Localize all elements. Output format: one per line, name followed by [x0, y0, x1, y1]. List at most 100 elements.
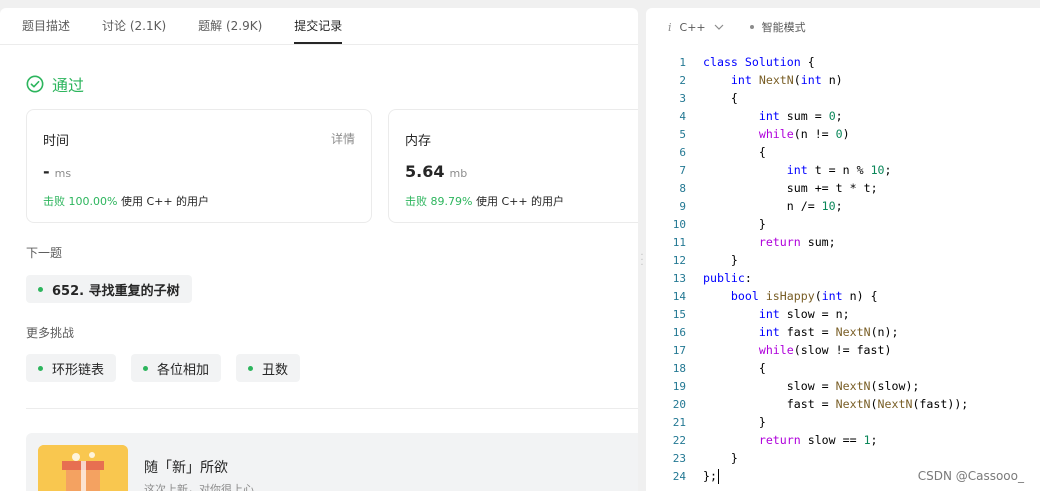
runtime-value: - ms — [43, 162, 71, 181]
memory-beat-text: 使用 C++ 的用户 — [475, 195, 565, 208]
code-line[interactable]: 6 { — [646, 143, 968, 161]
promo-subtitle: 这次上新，对你很上心 — [144, 483, 254, 491]
line-number: 17 — [672, 344, 686, 357]
info-icon: i — [668, 20, 672, 34]
code-line[interactable]: 22 return slow == 1; — [646, 431, 968, 449]
next-problem-chip[interactable]: 652. 寻找重复的子树 — [26, 275, 192, 303]
memory-beat: 击败 89.79% 使用 C++ 的用户 — [405, 193, 564, 209]
code-line[interactable]: 19 slow = NextN(slow); — [646, 377, 968, 395]
code-line[interactable]: 1 class Solution { — [646, 53, 968, 71]
code-text: bool isHappy(int n) { — [730, 289, 878, 303]
next-problem-label: 下一题 — [26, 246, 63, 260]
code-line[interactable]: 3 { — [646, 89, 968, 107]
code-line[interactable]: 8 sum += t * t; — [646, 179, 968, 197]
language-select[interactable]: C++ — [680, 21, 706, 34]
runtime-card: 时间 详情 - ms 击败 100.00% 使用 C++ 的用户 — [26, 109, 372, 223]
code-line[interactable]: 11 return sum; — [646, 233, 968, 251]
dot-icon — [143, 365, 148, 371]
check-circle-icon — [26, 75, 44, 93]
code-text: } — [703, 217, 766, 231]
code-line[interactable]: 2 int NextN(int n) — [646, 71, 968, 89]
code-text: { — [703, 145, 766, 159]
code-text: slow = NextN(slow); — [786, 379, 920, 393]
code-text: int sum = 0; — [758, 109, 843, 123]
challenge-chip-ugly-number[interactable]: 丑数 — [236, 354, 301, 382]
editor-mode[interactable]: 智能模式 — [762, 19, 806, 35]
challenge-chip-linked-list-cycle[interactable]: 环形链表 — [26, 354, 117, 382]
code-line[interactable]: 17 while(slow != fast) — [646, 341, 968, 359]
memory-beat-percent: 击败 89.79% — [405, 195, 473, 208]
code-text: return slow == 1; — [758, 433, 878, 447]
next-problem-title: 652. 寻找重复的子树 — [52, 283, 180, 299]
code-line[interactable]: 14 bool isHappy(int n) { — [646, 287, 968, 305]
code-text: class Solution { — [703, 55, 815, 69]
line-number: 16 — [672, 326, 686, 339]
submission-panel: 题目描述 讨论 (2.1K) 题解 (2.9K) 提交记录 通过 时间 详情 -… — [0, 8, 638, 491]
code-line[interactable]: 20 fast = NextN(NextN(fast)); — [646, 395, 969, 413]
code-text: int fast = NextN(n); — [758, 325, 899, 339]
tab-description[interactable]: 题目描述 — [22, 17, 70, 44]
code-line[interactable]: 12 } — [646, 251, 968, 269]
line-number: 21 — [672, 416, 686, 429]
gift-box-icon — [38, 445, 128, 491]
code-line[interactable]: 18 { — [646, 359, 968, 377]
promo-banner[interactable]: 随「新」所欲 这次上新，对你很上心 — [26, 433, 638, 491]
watermark: CSDN @Cassooo_ — [915, 469, 1026, 483]
code-text: int NextN(int n) — [730, 73, 843, 87]
code-line[interactable]: 13 public: — [646, 269, 968, 287]
runtime-number: - — [43, 162, 50, 181]
code-line[interactable]: 5 while(n != 0) — [646, 125, 968, 143]
runtime-title: 时间 — [43, 134, 70, 149]
panel-splitter[interactable]: · · · — [638, 8, 646, 491]
memory-unit: mb — [449, 167, 468, 180]
code-text: int t = n % 10; — [786, 163, 892, 177]
memory-card: 内存 5.64 mb 击败 89.79% 使用 C++ 的用户 — [388, 109, 638, 223]
tab-discussion[interactable]: 讨论 (2.1K) — [102, 17, 166, 44]
dot-icon — [38, 365, 43, 371]
code-line[interactable]: 9 n /= 10; — [646, 197, 968, 215]
code-text: { — [703, 91, 738, 105]
code-line[interactable]: 4 int sum = 0; — [646, 107, 968, 125]
more-challenges-label: 更多挑战 — [26, 326, 75, 340]
code-line[interactable]: 16 int fast = NextN(n); — [646, 323, 968, 341]
line-number: 8 — [679, 182, 686, 195]
line-number: 24 — [672, 470, 686, 483]
section-divider — [26, 408, 638, 409]
line-number: 22 — [672, 434, 686, 447]
runtime-beat: 击败 100.00% 使用 C++ 的用户 — [43, 193, 209, 209]
line-number: 5 — [679, 128, 686, 141]
code-text: } — [703, 253, 738, 267]
runtime-detail-link[interactable]: 详情 — [331, 130, 355, 147]
code-text: return sum; — [758, 235, 836, 249]
line-number: 11 — [672, 236, 686, 249]
chevron-down-icon[interactable] — [714, 22, 724, 33]
line-number: 3 — [679, 92, 686, 105]
code-line[interactable]: 10 } — [646, 215, 968, 233]
line-number: 12 — [672, 254, 686, 267]
code-line[interactable]: 23 } — [646, 449, 968, 467]
code-text: while(n != 0) — [758, 127, 850, 141]
tab-submissions[interactable]: 提交记录 — [294, 17, 343, 44]
code-line[interactable]: 7 int t = n % 10; — [646, 161, 968, 179]
line-number: 20 — [672, 398, 686, 411]
dot-icon — [248, 365, 253, 371]
code-text: { — [703, 361, 766, 375]
code-editor-panel: i C++ 智能模式 1 class Solution {2 int NextN(… — [646, 8, 1040, 491]
problem-tabs: 题目描述 讨论 (2.1K) 题解 (2.9K) 提交记录 — [0, 8, 638, 45]
tab-solutions[interactable]: 题解 (2.9K) — [198, 17, 262, 44]
code-text: }; — [703, 469, 717, 483]
challenge-chip-add-digits[interactable]: 各位相加 — [131, 354, 222, 382]
mode-dot-icon — [749, 25, 754, 29]
code-text: n /= 10; — [786, 199, 843, 213]
code-area[interactable]: 1 class Solution {2 int NextN(int n) 3 {4 … — [646, 53, 968, 485]
code-text: int slow = n; — [758, 307, 850, 321]
line-number: 23 — [672, 452, 686, 465]
code-line[interactable]: 21 } — [646, 413, 968, 431]
code-text: sum += t * t; — [786, 181, 878, 195]
code-text: while(slow != fast) — [758, 343, 892, 357]
runtime-beat-text: 使用 C++ 的用户 — [120, 195, 210, 208]
code-line[interactable]: 15 int slow = n; — [646, 305, 968, 323]
challenge-title: 各位相加 — [157, 362, 210, 378]
line-number: 4 — [679, 110, 686, 123]
challenge-title: 环形链表 — [52, 362, 105, 378]
